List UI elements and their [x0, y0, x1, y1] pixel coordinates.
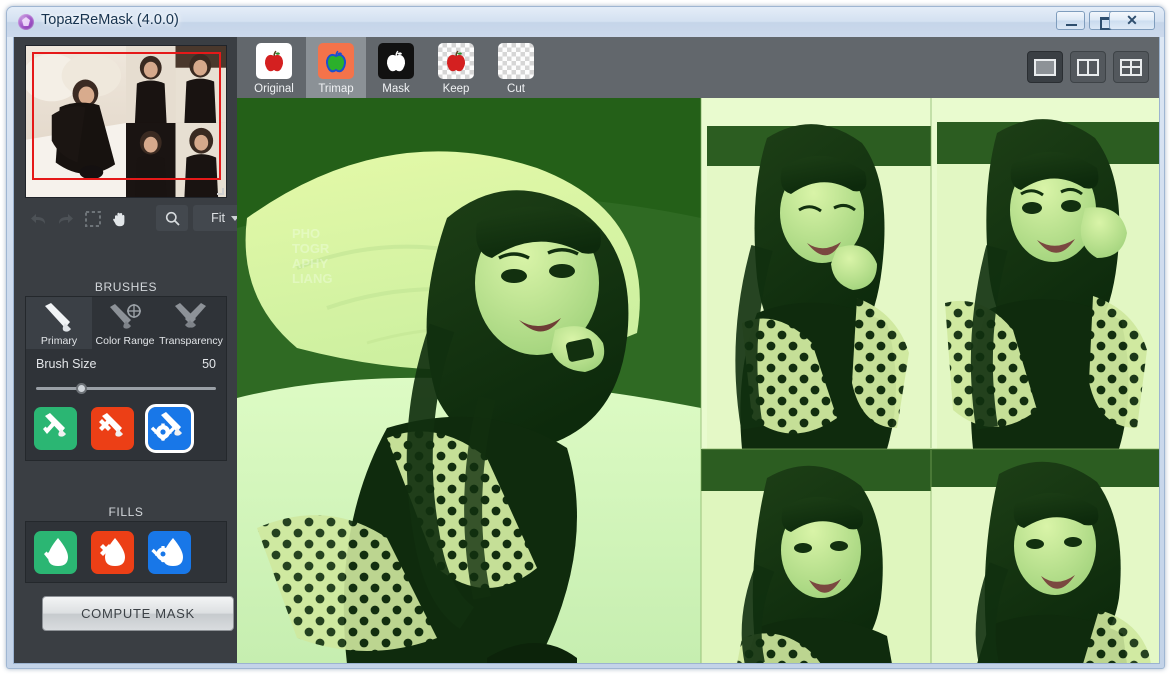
client-area: Fit BRUSHES Primary Color Range Transpar…	[13, 37, 1160, 664]
view-mode-single[interactable]	[1027, 51, 1063, 83]
minimize-button[interactable]	[1056, 11, 1085, 30]
tab-cut[interactable]: Cut	[486, 37, 546, 98]
undo-arrow-icon	[31, 213, 46, 224]
view-mode-group	[1027, 51, 1149, 85]
left-sidebar: Fit BRUSHES Primary Color Range Transpar…	[14, 37, 245, 663]
paintbrush-icon	[45, 303, 71, 332]
topaz-logo-icon	[18, 14, 34, 30]
tab-label: Keep	[442, 83, 470, 95]
cut-brush-button[interactable]	[91, 407, 134, 450]
tab-label: Cut	[507, 83, 525, 95]
navigator-toolbar: Fit	[25, 205, 245, 233]
droplet-cross-icon	[100, 538, 125, 566]
title-bar: TopazReMask (4.0.0) ✕	[7, 7, 1164, 37]
tab-keep[interactable]: Keep	[426, 37, 486, 98]
marquee-select-button[interactable]	[79, 206, 106, 232]
brush-size-row: Brush Size 50	[36, 357, 216, 375]
compute-brush-button[interactable]	[145, 404, 194, 453]
image-canvas[interactable]: PHO TOGR APHY LIANG	[237, 98, 1159, 663]
zoom-tool-button[interactable]	[156, 205, 188, 231]
tab-original[interactable]: Original	[244, 37, 304, 98]
droplet-gear-icon	[151, 538, 183, 566]
zoom-level-value: Fit	[211, 211, 225, 225]
application-window: TopazReMask (4.0.0) ✕ Fit BRUSHES Primar…	[6, 6, 1165, 669]
tab-label: Trimap	[318, 83, 354, 95]
tab-label: Mask	[382, 83, 410, 95]
watermark-line2: TOGR	[292, 241, 330, 256]
marquee-select-icon	[84, 211, 101, 227]
slider-handle[interactable]	[75, 383, 87, 394]
navigator-thumbnail[interactable]	[25, 45, 227, 198]
apple-glyph	[264, 50, 284, 72]
view-mode-quad[interactable]	[1113, 51, 1149, 83]
brush-tab-label: Transparency	[159, 335, 223, 347]
close-icon: ✕	[1126, 12, 1138, 28]
keep-brush-button[interactable]	[34, 407, 77, 450]
compute-mask-label: COMPUTE MASK	[81, 606, 195, 621]
single-pane-icon	[1034, 58, 1056, 76]
brush-tab-label: Primary	[40, 335, 78, 347]
brush-tab-transparency[interactable]: Transparency	[158, 297, 224, 349]
brush-gear-icon	[150, 412, 182, 442]
brush-color-range-icon	[110, 304, 141, 329]
two-pane-icon	[1077, 58, 1099, 76]
window-title: TopazReMask (4.0.0)	[41, 12, 179, 28]
apple-glyph	[325, 50, 347, 72]
cut-fill-button[interactable]	[91, 531, 134, 574]
watermark-line3: APHY	[292, 256, 328, 271]
brush-tab-label: Color Range	[95, 335, 155, 347]
white-apple-on-black-icon	[378, 43, 414, 79]
trimap-apple-icon	[318, 43, 354, 79]
keep-fill-button[interactable]	[34, 531, 77, 574]
brush-tab-primary[interactable]: Primary	[26, 297, 92, 349]
watermark-line1: PHO	[292, 226, 320, 241]
fills-section-label: FILLS	[108, 505, 144, 519]
brush-check-icon	[43, 413, 66, 437]
magnifier-icon	[165, 211, 180, 226]
fill-action-buttons	[34, 531, 220, 577]
slider-track	[36, 387, 216, 390]
tab-label: Original	[254, 83, 294, 95]
brush-cross-icon	[99, 413, 123, 437]
brushes-panel: Primary Color Range Transparency Brush S…	[25, 296, 227, 461]
brush-size-slider[interactable]	[36, 383, 216, 394]
brush-action-buttons	[34, 404, 220, 453]
canvas-watermark: LIANG	[292, 271, 332, 286]
red-apple-icon	[256, 43, 292, 79]
compute-mask-button[interactable]: COMPUTE MASK	[42, 596, 234, 631]
apple-glyph	[446, 50, 466, 72]
empty-checker-icon	[498, 43, 534, 79]
brush-transparency-icon	[175, 303, 206, 328]
trimap-preview-image: PHO TOGR APHY LIANG	[237, 98, 1159, 663]
brushes-section-label: BRUSHES	[94, 280, 158, 294]
tab-mask[interactable]: Mask	[366, 37, 426, 98]
minimize-icon	[1057, 12, 1084, 29]
navigator-selection-rect[interactable]	[32, 52, 221, 180]
view-mode-split[interactable]	[1070, 51, 1106, 83]
close-button[interactable]: ✕	[1109, 11, 1155, 30]
hand-pan-button[interactable]	[106, 206, 133, 232]
fills-panel	[25, 521, 227, 583]
redo-arrow-icon	[58, 213, 73, 224]
navigator-resize-handle[interactable]	[217, 188, 224, 195]
droplet-check-icon	[44, 538, 68, 566]
mode-tab-bar: Original Trimap Mask Keep Cut	[237, 37, 1159, 98]
compute-fill-button[interactable]	[148, 531, 191, 574]
brush-tab-color-range[interactable]: Color Range	[92, 297, 158, 349]
brush-size-value: 50	[202, 357, 216, 371]
tab-trimap[interactable]: Trimap	[306, 37, 366, 98]
hand-pan-icon	[113, 212, 125, 226]
apple-glyph	[386, 50, 406, 72]
redo-button[interactable]	[52, 206, 79, 232]
four-pane-icon	[1120, 58, 1142, 76]
brush-size-label: Brush Size	[36, 357, 97, 371]
apple-on-checker-icon	[438, 43, 474, 79]
undo-button[interactable]	[25, 206, 52, 232]
